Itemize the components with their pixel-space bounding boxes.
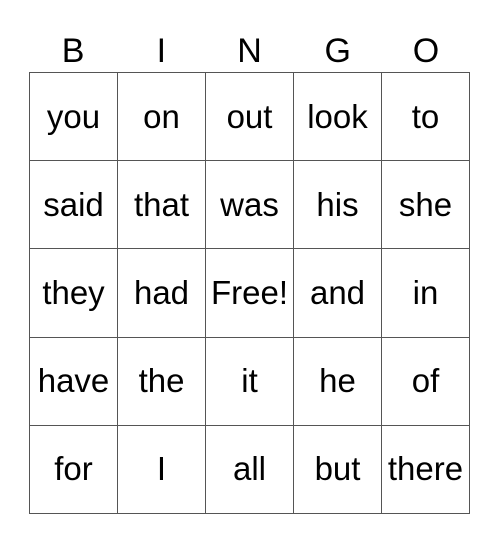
bingo-cell[interactable]: and bbox=[294, 249, 382, 338]
bingo-card: you on out look to said that was his she… bbox=[29, 72, 470, 514]
bingo-cell[interactable]: all bbox=[206, 425, 294, 514]
bingo-cell[interactable]: he bbox=[294, 337, 382, 426]
bingo-cell[interactable]: there bbox=[382, 425, 470, 514]
header-letter: O bbox=[412, 32, 440, 70]
bingo-cell[interactable]: she bbox=[382, 161, 470, 250]
bingo-cell[interactable]: to bbox=[382, 73, 470, 162]
bingo-cell[interactable]: it bbox=[206, 337, 294, 426]
bingo-cell[interactable]: was bbox=[206, 161, 294, 250]
bingo-cell[interactable]: in bbox=[382, 249, 470, 338]
bingo-cell[interactable]: of bbox=[382, 337, 470, 426]
free-space-cell[interactable]: Free! bbox=[206, 249, 294, 338]
bingo-cell[interactable]: the bbox=[118, 337, 206, 426]
bingo-cell[interactable]: said bbox=[30, 161, 118, 250]
header-letter: G bbox=[324, 32, 351, 70]
bingo-cell[interactable]: I bbox=[118, 425, 206, 514]
header-letter: B bbox=[61, 32, 85, 70]
bingo-cell[interactable]: out bbox=[206, 73, 294, 162]
bingo-header: B I N G O bbox=[29, 30, 470, 72]
bingo-cell[interactable]: you bbox=[30, 73, 118, 162]
bingo-cell[interactable]: on bbox=[118, 73, 206, 162]
header-letter: N bbox=[237, 32, 262, 70]
bingo-cell[interactable]: look bbox=[294, 73, 382, 162]
bingo-cell[interactable]: have bbox=[30, 337, 118, 426]
bingo-cell[interactable]: for bbox=[30, 425, 118, 514]
header-letter: I bbox=[156, 32, 167, 70]
bingo-cell[interactable]: that bbox=[118, 161, 206, 250]
bingo-cell[interactable]: but bbox=[294, 425, 382, 514]
bingo-cell[interactable]: his bbox=[294, 161, 382, 250]
bingo-cell[interactable]: had bbox=[118, 249, 206, 338]
bingo-cell[interactable]: they bbox=[30, 249, 118, 338]
